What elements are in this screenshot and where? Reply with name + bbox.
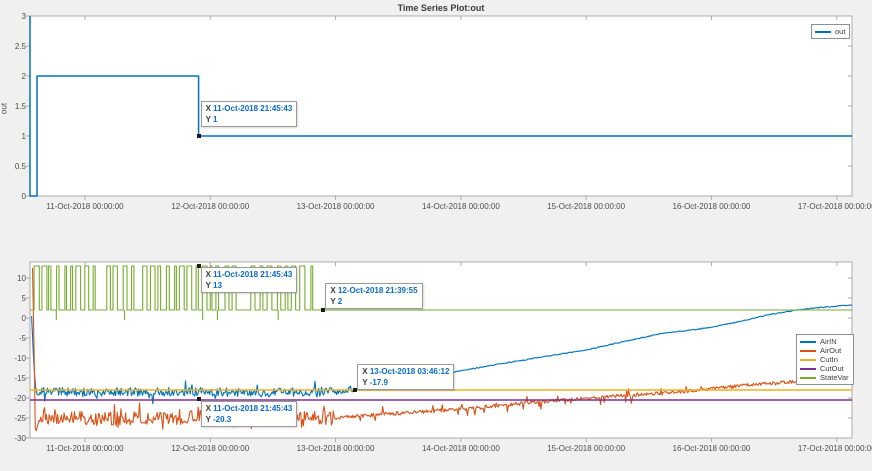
datatip[interactable]: X 11-Oct-2018 21:45:43Y 1 — [201, 101, 298, 127]
legend-label: StateVar — [820, 373, 849, 382]
legend-line-swatch — [815, 31, 831, 33]
datatip-x-line: X 11-Oct-2018 21:45:43 — [206, 269, 293, 280]
datatip-x-value: 12-Oct-2018 21:39:55 — [338, 286, 418, 295]
plot-svg — [0, 0, 872, 471]
datatip-y-line: Y 13 — [206, 280, 293, 291]
legend-line-swatch — [800, 359, 816, 361]
datatip-x-line: X 12-Oct-2018 21:39:55 — [330, 285, 417, 296]
legend-line-swatch — [800, 350, 816, 352]
datatip-x-line: X 13-Oct-2018 03:46:12 — [362, 366, 449, 377]
datatip[interactable]: X 12-Oct-2018 21:39:55Y 2 — [325, 283, 422, 309]
legend-line-swatch — [800, 368, 816, 370]
datatip-x-line: X 11-Oct-2018 21:45:43 — [206, 103, 293, 114]
datatip-marker[interactable] — [197, 134, 201, 138]
datatip-x-prefix: X — [362, 367, 367, 376]
datatip-y-line: Y -20.3 — [206, 414, 293, 425]
datatip-x-line: X 11-Oct-2018 21:45:43 — [206, 403, 293, 414]
datatip-x-prefix: X — [206, 104, 211, 113]
datatip-y-prefix: Y — [330, 297, 335, 306]
datatip[interactable]: X 11-Oct-2018 21:45:43Y -20.3 — [201, 401, 298, 427]
legend-label: CutOut — [820, 364, 844, 373]
legend-label: CutIn — [820, 355, 838, 364]
datatip-x-value: 11-Oct-2018 21:45:43 — [213, 270, 292, 279]
legend-line-swatch — [800, 377, 816, 379]
legend[interactable]: AirINAirOutCutInCutOutStateVar — [796, 334, 854, 385]
datatip-y-line: Y 1 — [206, 114, 293, 125]
datatip-y-prefix: Y — [206, 415, 211, 424]
datatip[interactable]: X 11-Oct-2018 21:45:43Y 13 — [201, 267, 298, 293]
legend-item-statevar[interactable]: StateVar — [800, 373, 849, 382]
datatip-y-value: 2 — [338, 297, 342, 306]
datatip-y-value: 1 — [213, 115, 217, 124]
legend[interactable]: out — [811, 24, 850, 39]
datatip-x-value: 13-Oct-2018 03:46:12 — [370, 367, 450, 376]
datatip-x-value: 11-Oct-2018 21:45:43 — [213, 104, 292, 113]
legend-item-airout[interactable]: AirOut — [800, 346, 849, 355]
legend-line-swatch — [800, 341, 816, 343]
plot-area-0[interactable] — [30, 16, 852, 196]
legend-label: out — [835, 27, 845, 36]
legend-label: AirOut — [820, 346, 841, 355]
legend-item-airin[interactable]: AirIN — [800, 337, 849, 346]
datatip-x-prefix: X — [206, 404, 211, 413]
datatip-y-prefix: Y — [206, 115, 211, 124]
datatip-x-prefix: X — [330, 286, 335, 295]
datatip-y-line: Y 2 — [330, 296, 417, 307]
datatip-y-line: Y -17.9 — [362, 377, 449, 388]
legend-item-out[interactable]: out — [815, 27, 845, 36]
datatip-y-value: -17.9 — [370, 378, 388, 387]
datatip-x-prefix: X — [206, 270, 211, 279]
datatip-y-prefix: Y — [362, 378, 367, 387]
legend-item-cutin[interactable]: CutIn — [800, 355, 849, 364]
datatip-y-value: -20.3 — [213, 415, 231, 424]
datatip[interactable]: X 13-Oct-2018 03:46:12Y -17.9 — [357, 364, 454, 390]
legend-item-cutout[interactable]: CutOut — [800, 364, 849, 373]
matlab-figure: Time Series Plot:out out 11-Oct-2018 00:… — [0, 0, 872, 471]
datatip-y-value: 13 — [213, 281, 222, 290]
legend-label: AirIN — [820, 337, 837, 346]
datatip-y-prefix: Y — [206, 281, 211, 290]
datatip-x-value: 11-Oct-2018 21:45:43 — [213, 404, 292, 413]
